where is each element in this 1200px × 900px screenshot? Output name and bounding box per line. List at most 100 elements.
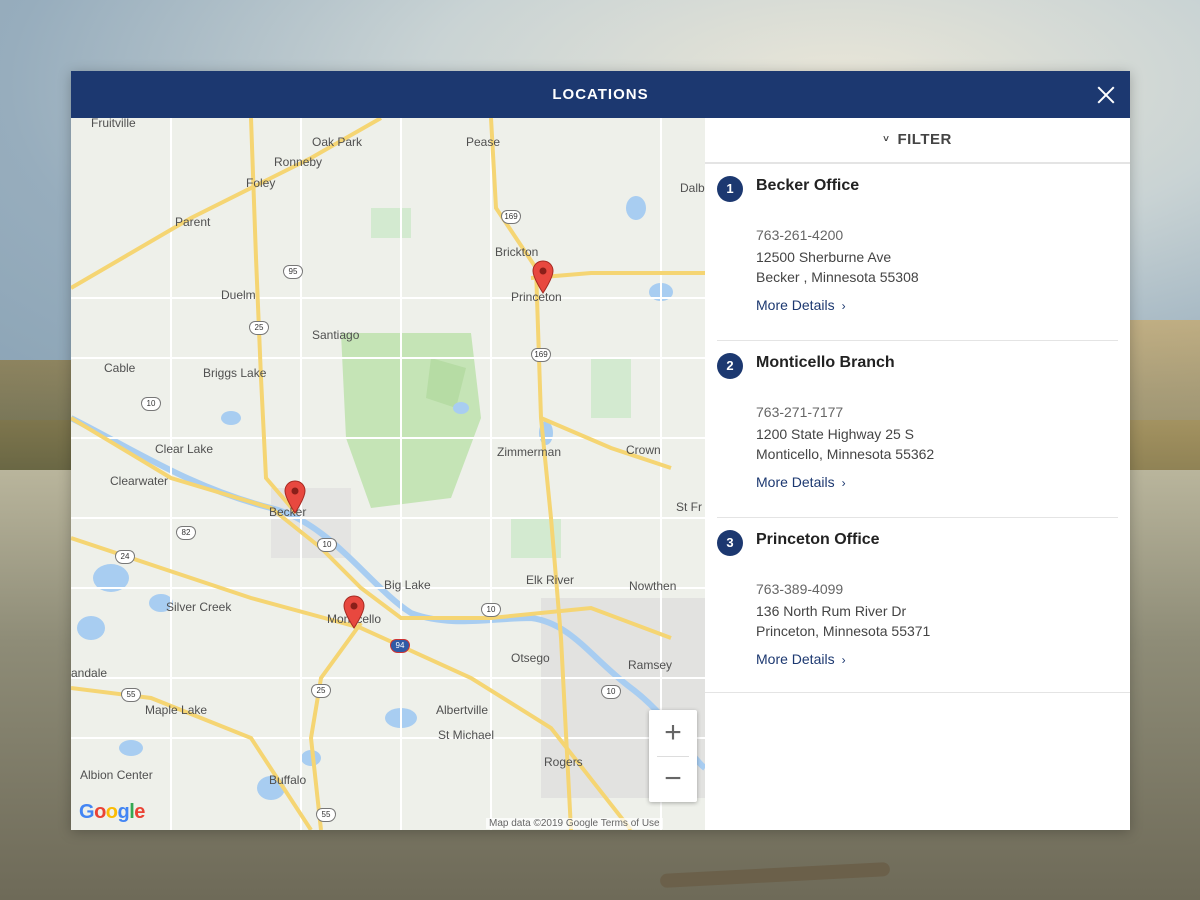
map[interactable]: Fruitville Oak Park Pease Ronneby Foley … [71, 118, 705, 830]
highway-shield-10: 10 [141, 397, 161, 411]
lake [626, 196, 646, 220]
chevron-down-icon: ˅ [883, 134, 890, 145]
map-label-cable: Cable [104, 361, 136, 375]
location-name: Princeton Office [756, 531, 880, 548]
chevron-right-icon: › [841, 476, 846, 490]
location-street: 136 North Rum River Dr [756, 603, 907, 619]
more-details-link[interactable]: More Details › [756, 651, 846, 667]
interstate-shield-94: 94 [390, 639, 410, 653]
highway-shield-169: 169 [531, 348, 551, 362]
map-label-brickton: Brickton [495, 245, 539, 259]
map-label-annandale: andale [71, 666, 108, 680]
lake [119, 740, 143, 756]
map-label-briggs-lake: Briggs Lake [203, 366, 267, 380]
highway-shield-95: 95 [283, 265, 303, 279]
lake [221, 411, 241, 425]
map-label-ramsey: Ramsey [628, 658, 673, 672]
map-label-crown: Crown [626, 443, 661, 457]
more-details-link[interactable]: More Details › [756, 297, 846, 313]
highway-shield-10: 10 [317, 538, 337, 552]
location-name: Monticello Branch [756, 354, 895, 371]
google-logo-text: Google [79, 801, 145, 823]
highway-shield-10: 10 [601, 685, 621, 699]
modal-header: LOCATIONS [71, 71, 1130, 118]
map-label-rogers: Rogers [544, 755, 583, 769]
map-label-buffalo: Buffalo [269, 773, 307, 787]
chevron-right-icon: › [841, 653, 846, 667]
location-street: 12500 Sherburne Ave [756, 249, 892, 265]
location-item-princeton[interactable]: 3 Princeton Office 763-389-4099 136 Nort… [705, 518, 1130, 695]
more-details-link[interactable]: More Details › [756, 474, 846, 490]
highway-shield-10: 10 [481, 603, 501, 617]
map-label-silver-creek: Silver Creek [166, 600, 232, 614]
zoom-control: + − [649, 710, 697, 802]
highway-shield-55: 55 [121, 688, 141, 702]
more-details-label: More Details [756, 474, 835, 490]
highway-shield-25: 25 [249, 321, 269, 335]
google-logo-letter: o [105, 801, 118, 823]
locations-modal: LOCATIONS Fruitville Oak Park Pease Ronn… [71, 71, 1130, 830]
map-label-ronneby: Ronneby [274, 155, 323, 169]
location-city: Princeton, Minnesota 55371 [756, 623, 931, 639]
map-footer[interactable]: Map data ©2019 Google Terms of Use [486, 818, 663, 829]
zoom-out-button[interactable]: − [649, 756, 697, 802]
map-pin-becker[interactable] [284, 480, 306, 514]
map-label-nowthen: Nowthen [629, 579, 677, 593]
lake [453, 402, 469, 414]
map-label-duelm: Duelm [221, 288, 256, 302]
map-label-st-fr: St Fr [676, 500, 702, 514]
location-item-monticello[interactable]: 2 Monticello Branch 763-271-7177 1200 St… [705, 341, 1130, 518]
map-label-clearwater: Clearwater [110, 474, 169, 488]
location-street: 1200 State Highway 25 S [756, 426, 914, 442]
location-city: Becker , Minnesota 55308 [756, 269, 919, 285]
location-name: Becker Office [756, 177, 860, 194]
park-area [341, 333, 481, 508]
zoom-in-button[interactable]: + [649, 710, 697, 756]
map-label-st-michael: St Michael [438, 728, 495, 742]
location-item-becker[interactable]: 1 Becker Office 763-261-4200 12500 Sherb… [705, 164, 1130, 341]
highway-shield-169: 169 [501, 210, 521, 224]
location-number-badge: 3 [717, 530, 743, 556]
location-phone[interactable]: 763-261-4200 [756, 227, 843, 243]
more-details-label: More Details [756, 297, 835, 313]
google-logo-letter: o [94, 801, 106, 823]
map-label-dalbo: Dalb [680, 181, 705, 195]
location-number-badge: 1 [717, 176, 743, 202]
map-label-foley: Foley [246, 176, 276, 190]
filter-row: ˅ FILTER [705, 118, 1130, 164]
map-label-big-lake: Big Lake [384, 578, 431, 592]
map-label-santiago: Santiago [312, 328, 360, 342]
more-details-label: More Details [756, 651, 835, 667]
map-label-clear-lake: Clear Lake [155, 442, 214, 456]
highway-shield-82: 82 [176, 526, 196, 540]
map-label-albertville: Albertville [436, 703, 489, 717]
park-area [371, 208, 411, 238]
lake [77, 616, 105, 640]
panel-bottom-divider [705, 692, 1130, 693]
park-area [591, 358, 631, 418]
map-label-oak-park: Oak Park [312, 135, 363, 149]
location-city: Monticello, Minnesota 55362 [756, 446, 935, 462]
close-icon[interactable] [1092, 81, 1120, 109]
map-label-albion-center: Albion Center [80, 768, 153, 782]
chevron-right-icon: › [841, 299, 846, 313]
location-phone[interactable]: 763-271-7177 [756, 404, 843, 420]
modal-title: LOCATIONS [552, 86, 649, 103]
locations-panel: ˅ FILTER 1 Becker Office 763-261-4200 125… [705, 118, 1130, 830]
map-label-parent: Parent [175, 215, 211, 229]
map-pin-monticello[interactable] [343, 595, 365, 629]
map-label-maple-lake: Maple Lake [145, 703, 208, 717]
map-label-zimmerman: Zimmerman [497, 445, 562, 459]
map-label-fruitville: Fruitville [91, 118, 136, 130]
google-logo-letter: g [117, 801, 130, 823]
location-phone[interactable]: 763-389-4099 [756, 581, 843, 597]
filter-button[interactable]: ˅ FILTER [883, 131, 952, 148]
map-label-otsego: Otsego [511, 651, 550, 665]
google-logo-letter: e [134, 801, 145, 823]
google-logo: Google [79, 801, 145, 824]
google-logo-letter: G [79, 801, 95, 823]
map-label-elk-river: Elk River [526, 573, 575, 587]
map-pin-princeton[interactable] [532, 260, 554, 294]
highway-shield-55: 55 [316, 808, 336, 822]
location-number-badge: 2 [717, 353, 743, 379]
